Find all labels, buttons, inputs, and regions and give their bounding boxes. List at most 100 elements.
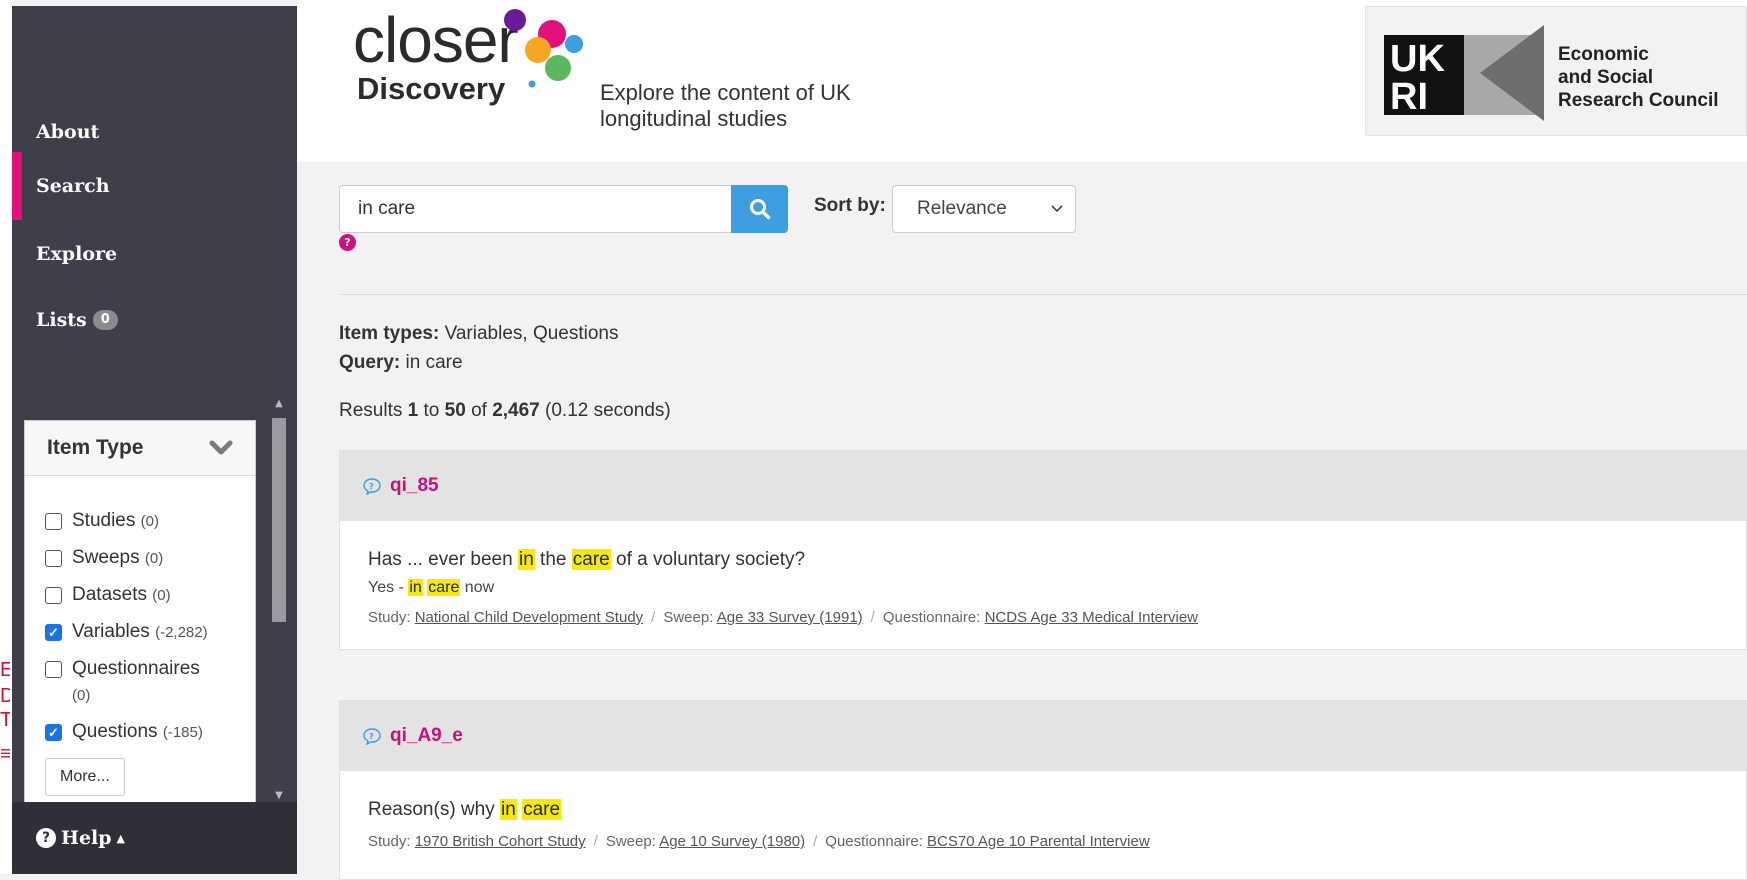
study-link[interactable]: 1970 British Cohort Study	[415, 833, 586, 850]
facet-option-questions[interactable]: Questions (-185)	[45, 719, 255, 746]
facet-option-label: Studies (0)	[72, 508, 159, 535]
sweep-link[interactable]: Age 33 Survey (1991)	[717, 609, 863, 626]
result-card: ? qi_A9_e Reason(s) why in care Study: 1…	[339, 700, 1747, 880]
question-text: Reason(s) why in care	[368, 799, 1746, 821]
text-fragment: Reason(s) why	[368, 799, 500, 820]
svg-text:UK: UK	[1390, 38, 1445, 80]
nav-search[interactable]: Search	[12, 152, 297, 220]
checkbox[interactable]	[45, 513, 62, 530]
scroll-up-icon[interactable]: ▲	[271, 398, 287, 412]
esrc-line: and Social	[1558, 67, 1654, 88]
query-value: in care	[405, 352, 463, 373]
result-title-link[interactable]: qi_A9_e	[390, 725, 463, 747]
result-title-link[interactable]: qi_85	[390, 475, 439, 497]
sort-select[interactable]: Relevance	[892, 185, 1076, 233]
text-fragment: Has ... ever been	[368, 549, 518, 570]
separator: /	[813, 833, 818, 850]
search-help-icon[interactable]: ?	[339, 234, 356, 251]
results-to: 50	[444, 400, 466, 421]
facet-option-label: Sweeps (0)	[72, 545, 163, 572]
chevron-down-icon	[1051, 205, 1063, 213]
search-highlight: care	[571, 549, 611, 570]
nav-search-label: Search	[36, 175, 110, 197]
tagline-line: Explore the content of UK	[600, 80, 851, 105]
help-toggle[interactable]: ? Help ▲	[12, 802, 297, 874]
search-highlight: care	[427, 579, 461, 596]
edge-fragment: E	[0, 659, 10, 681]
esrc-line: Research Council	[1558, 90, 1719, 111]
facet-scrollbar[interactable]: ▲ ▼	[267, 394, 291, 808]
search-icon	[749, 199, 770, 220]
lists-count-badge: 0	[92, 310, 118, 330]
facet-option-name: Datasets	[72, 584, 147, 605]
sweep-label: Sweep:	[663, 609, 714, 626]
checkbox-checked[interactable]	[45, 624, 62, 641]
facet-option-datasets[interactable]: Datasets (0)	[45, 582, 255, 609]
help-label: Help	[61, 827, 112, 849]
facet-option-count: (0)	[72, 687, 91, 704]
scrollbar-thumb[interactable]	[272, 418, 286, 622]
checkbox[interactable]	[45, 661, 62, 678]
query-label: Query:	[339, 352, 401, 373]
result-card-header: ? qi_85	[340, 451, 1746, 521]
study-label: Study:	[368, 833, 411, 850]
item-types-line: Item types: Variables, Questions	[339, 319, 619, 348]
questionnaire-link[interactable]: NCDS Age 33 Medical Interview	[985, 609, 1198, 626]
facet-option-name: Sweeps	[72, 547, 140, 568]
esrc-line: Economic	[1558, 44, 1649, 65]
question-bubble-icon: ?	[363, 478, 381, 495]
svg-text:?: ?	[369, 732, 374, 741]
facet-scroll-area[interactable]: Item Type Studies (0) Sweeps (0) Dataset…	[24, 394, 291, 808]
checkbox[interactable]	[45, 587, 62, 604]
result-card-body: Has ... ever been in the care of a volun…	[340, 521, 1746, 626]
nav-explore-label: Explore	[36, 243, 118, 265]
result-card: ? qi_85 Has ... ever been in the care of…	[339, 450, 1747, 650]
questionnaire-link[interactable]: BCS70 Age 10 Parental Interview	[927, 833, 1150, 850]
facet-option-variables[interactable]: Variables (-2,282)	[45, 619, 255, 646]
question-bubble-icon: ?	[363, 728, 381, 745]
results-of-word: of	[471, 400, 487, 421]
questionnaire-label: Questionnaire:	[825, 833, 923, 850]
checkbox[interactable]	[45, 550, 62, 567]
facet-header[interactable]: Item Type	[25, 421, 255, 476]
result-meta: Study: National Child Development Study /…	[368, 609, 1746, 626]
separator: /	[651, 609, 656, 626]
caret-up-icon: ▲	[116, 831, 126, 845]
sweep-link[interactable]: Age 10 Survey (1980)	[659, 833, 805, 850]
search-input[interactable]: in care	[339, 185, 732, 233]
answer-text: Yes - in care now	[368, 579, 1746, 597]
svg-text:?: ?	[369, 482, 374, 491]
question-text: Has ... ever been in the care of a volun…	[368, 549, 1746, 571]
checkbox-checked[interactable]	[45, 724, 62, 741]
facet-option-sweeps[interactable]: Sweeps (0)	[45, 545, 255, 572]
results-total: 2,467	[492, 400, 540, 421]
search-summary: Item types: Variables, Questions Query: …	[339, 319, 619, 377]
sidebar: About Search Explore Lists 0 Item Type S…	[12, 6, 297, 874]
facet-option-name: Studies	[72, 510, 136, 531]
nav-lists[interactable]: Lists 0	[12, 286, 297, 354]
sort-select-value: Relevance	[917, 198, 1007, 219]
search-button[interactable]	[731, 185, 788, 233]
facet-option-questionnaires[interactable]: Questionnaires (0)	[45, 656, 255, 709]
results-to-word: to	[423, 400, 440, 421]
facet-option-studies[interactable]: Studies (0)	[45, 508, 255, 535]
ukri-esrc-logo[interactable]: UK RI Economic and Social Research Counc…	[1365, 6, 1747, 136]
divider	[339, 294, 1747, 295]
text-fragment: of a voluntary society?	[610, 549, 806, 570]
separator: /	[870, 609, 875, 626]
search-highlight: in	[517, 549, 535, 570]
item-type-facet: Item Type Studies (0) Sweeps (0) Dataset…	[24, 420, 256, 808]
nav-explore[interactable]: Explore	[12, 220, 297, 288]
results-time: (0.12 seconds)	[545, 400, 671, 421]
study-link[interactable]: National Child Development Study	[415, 609, 643, 626]
chevron-down-icon[interactable]	[209, 439, 233, 457]
search-highlight: in	[500, 799, 517, 820]
closer-discovery-logo[interactable]: closer Discovery	[353, 8, 519, 106]
separator: /	[593, 833, 598, 850]
text-fragment: now	[460, 579, 495, 596]
facet-option-count: (0)	[152, 587, 171, 604]
more-button[interactable]: More...	[45, 758, 125, 796]
esrc-text: Economic and Social Research Council	[1558, 43, 1719, 112]
logo-dots-icon	[504, 9, 583, 88]
facet-option-count: (-2,282)	[155, 624, 208, 641]
